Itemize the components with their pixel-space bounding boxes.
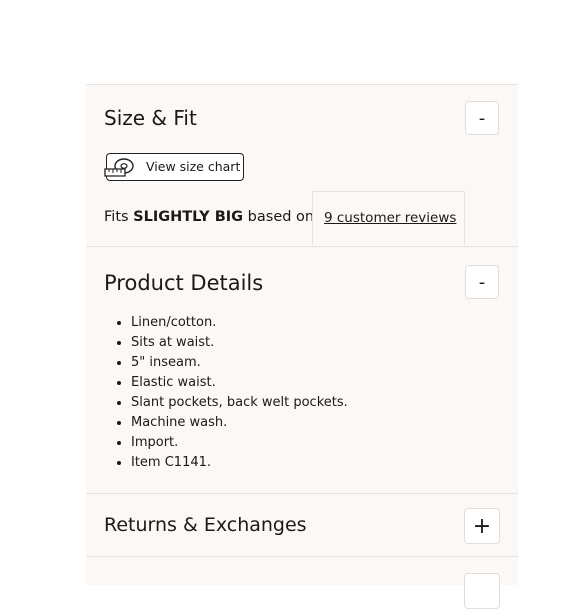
returns-section: Returns & Exchanges + [86,494,518,557]
size-fit-section: Size & Fit - View size chart Fits SLIGHT… [86,85,518,247]
list-item: Linen/cotton. [131,313,348,333]
measuring-tape-icon [104,158,134,177]
list-item: Item C1141. [131,453,348,473]
view-size-chart-button[interactable]: View size chart [104,153,244,181]
list-item: Elastic waist. [131,373,348,393]
product-details-list: Linen/cotton. Sits at waist. 5" inseam. … [114,313,348,473]
size-fit-title: Size & Fit [104,106,197,130]
next-section-toggle[interactable] [464,573,500,609]
returns-title: Returns & Exchanges [104,514,307,536]
fit-suffix: based on [247,209,315,225]
list-item: Machine wash. [131,413,348,433]
view-size-chart-label: View size chart [146,159,241,174]
list-item: Slant pockets, back welt pockets. [131,393,348,413]
returns-expand-button[interactable]: + [464,508,500,544]
reviews-link-container: 9 customer reviews [312,191,465,245]
size-fit-collapse-button[interactable]: - [465,101,499,135]
customer-reviews-link[interactable]: 9 customer reviews [324,210,456,226]
fit-prefix: Fits [104,209,129,225]
product-details-collapse-button[interactable]: - [465,265,499,299]
fit-value: SLIGHTLY BIG [133,209,244,225]
product-details-title: Product Details [104,271,264,295]
product-info-accordion: Size & Fit - View size chart Fits SLIGHT… [86,84,518,609]
list-item: Import. [131,433,348,453]
list-item: Sits at waist. [131,333,348,353]
fit-summary: Fits SLIGHTLY BIG based on [104,209,314,225]
list-item: 5" inseam. [131,353,348,373]
